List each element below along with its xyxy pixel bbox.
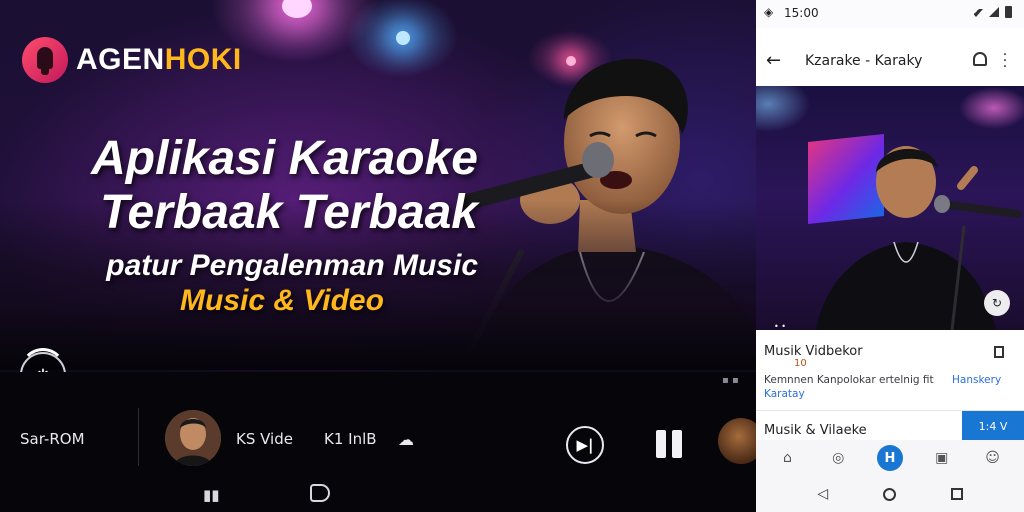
tab-profile-icon[interactable]: ☺ [981, 446, 1005, 470]
section2-title: Musik & Vilaeke [764, 423, 867, 438]
headline: Aplikasi Karaoke Terbaak Terbaak patur P… [68, 132, 478, 318]
signal-icon [989, 7, 999, 17]
system-nav-bar: ◁ [756, 476, 1024, 512]
playlist-icon[interactable]: ▮▮ [203, 486, 220, 504]
status-bar: ◈ 15:00 [756, 0, 1024, 28]
section-title: Musik Vidbekor [764, 344, 863, 359]
replay-button[interactable]: ↻ [984, 290, 1010, 316]
headline-line2: Terbaak Terbaak [100, 186, 478, 239]
tag-icon[interactable] [310, 484, 330, 502]
headline-line1: Aplikasi Karaoke [91, 132, 478, 185]
battery-icon [1005, 6, 1012, 18]
status-time: 15:00 [784, 6, 819, 20]
media-player-bar: ▪ ▪ Sar-ROM KS Vide K1 InlB ☁ ▶| ▮▮ [0, 372, 756, 512]
video-page-dots: • • [774, 322, 786, 330]
player-left-label[interactable]: Sar-ROM [20, 430, 85, 448]
stage-light [396, 31, 410, 45]
tab-explore-icon[interactable]: ◎ [826, 446, 850, 470]
app-bar-title: Kzarake - Karaky [805, 53, 923, 69]
nav-home-icon[interactable] [882, 487, 896, 501]
headline-line3: patur Pengalenman Music [106, 249, 478, 282]
brand-logo: AGENHOKI [22, 37, 242, 83]
replay-icon: ↻ [991, 296, 1003, 310]
track-title[interactable]: KS Vide [236, 430, 293, 448]
pause-icon-bar [656, 430, 666, 458]
section-badge: 10 [794, 358, 807, 369]
brand-name: AGENHOKI [76, 43, 242, 77]
player-divider [138, 408, 139, 466]
section-link[interactable]: Hanskery [952, 374, 1001, 386]
section-description-link[interactable]: Karatay [764, 388, 805, 400]
microphone-logo-icon [22, 37, 68, 83]
wifi-icon [969, 9, 983, 17]
action-button[interactable]: 1:4 V [962, 411, 1024, 441]
next-track-thumbnail[interactable] [718, 418, 756, 464]
pause-icon-bar [672, 430, 682, 458]
tab-library-icon[interactable]: ▣ [930, 446, 954, 470]
notification-bell-icon[interactable] [973, 52, 987, 66]
brand-name-part1: AGEN [76, 43, 165, 76]
video-singer-illustration [816, 146, 1022, 330]
video-player[interactable]: ↻ • • [756, 86, 1024, 330]
section-description: Kemnnen Kanpolokar ertelnig fit [764, 374, 934, 386]
bottom-tab-bar: ⌂ ◎ H ▣ ☺ [756, 440, 1024, 476]
pause-button[interactable] [656, 430, 684, 458]
track-avatar[interactable] [165, 410, 221, 466]
back-arrow-icon[interactable]: ← [766, 50, 781, 71]
tab-main-active[interactable]: H [876, 445, 903, 471]
tab-main-label: H [884, 450, 896, 466]
promo-banner: AGENHOKI Aplikasi Karaoke Terbaak Terbaa… [0, 0, 756, 512]
phone-mockup: ◈ 15:00 ← Kzarake - Karaky · · · ↻ • • Mus… [756, 0, 1024, 512]
headline-line4: Music & Video [180, 284, 384, 317]
brand-name-part2: HOKI [164, 43, 242, 76]
status-icons [969, 6, 1012, 18]
nav-recents-icon[interactable] [950, 488, 963, 500]
nav-back-icon[interactable]: ◁ [817, 486, 828, 502]
track-subtitle[interactable]: K1 InlB [324, 430, 377, 448]
tab-home-icon[interactable]: ⌂ [775, 446, 799, 470]
bookmark-icon[interactable] [994, 346, 1004, 358]
skip-next-button[interactable]: ▶| [566, 426, 604, 464]
more-vertical-icon[interactable]: · · · [1002, 48, 1008, 74]
cloud-icon[interactable]: ☁ [398, 430, 414, 449]
notification-icon: ◈ [764, 5, 774, 19]
more-dots-icon[interactable]: ▪ ▪ [722, 375, 739, 386]
video-info-section: Musik Vidbekor 10 Kemnnen Kanpolokar ert… [756, 330, 1024, 410]
stage-light [282, 0, 312, 18]
track-avatar-image [165, 410, 221, 466]
app-bar: ← Kzarake - Karaky · · · [756, 40, 1024, 84]
music-video-section: Musik & Vilaeke 1:4 V [756, 410, 1024, 441]
skip-next-icon: ▶| [576, 436, 594, 454]
